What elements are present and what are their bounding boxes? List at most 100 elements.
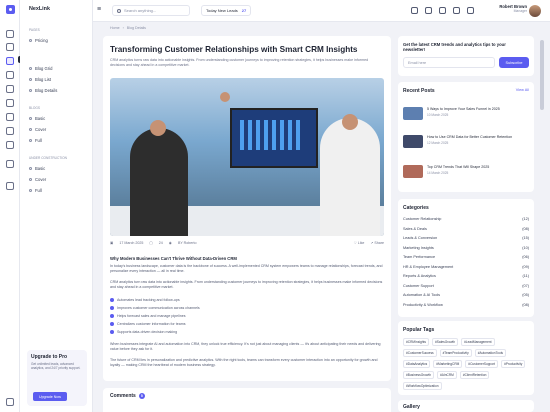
like-button[interactable]: ♡ Like: [354, 241, 365, 245]
sidebar-item-cover[interactable]: Cover: [29, 177, 46, 182]
subscribe-button[interactable]: Subscribe: [499, 57, 529, 68]
recent-post[interactable]: Top CRM Trends That Will Shape 2025 14 Ma…: [403, 165, 529, 178]
menu-icon[interactable]: ≡: [97, 6, 101, 13]
article-card: Transforming Customer Relationships with…: [103, 36, 391, 381]
category-item[interactable]: Team Performance (06): [403, 255, 529, 259]
bullet-icon: [29, 189, 32, 192]
category-item[interactable]: Reports & Analytics (11): [403, 274, 529, 278]
article-actions: ♡ Like ↗ Share: [354, 241, 384, 245]
apps-icon[interactable]: [6, 43, 14, 51]
upgrade-title: Upgrade to Pro: [31, 354, 68, 360]
breadcrumb-home[interactable]: Home: [110, 26, 120, 30]
search-icon: [117, 8, 121, 13]
category-item[interactable]: Sales & Deals (08): [403, 227, 529, 231]
upgrade-button[interactable]: Upgrade Now: [33, 392, 67, 401]
layers-icon[interactable]: [6, 71, 14, 79]
list-item: Helps forecast sales and manage pipeline…: [110, 314, 186, 318]
tag[interactable]: #DataAnalytics: [403, 360, 431, 368]
post-thumbnail: [403, 165, 423, 178]
categories-title: Categories: [403, 205, 429, 211]
tag[interactable]: #ClientRetention: [459, 371, 490, 379]
tag[interactable]: #LeadManagement: [461, 338, 495, 346]
post-thumbnail: [403, 107, 423, 120]
check-icon: [110, 314, 114, 318]
bullet-icon: [29, 78, 32, 81]
sidebar-section-title: Pages: [29, 28, 40, 32]
chart-icon[interactable]: [6, 85, 14, 93]
tag[interactable]: #BusinessGrowth: [403, 371, 434, 379]
sidebar-item-cover[interactable]: Cover: [29, 127, 46, 132]
avatar[interactable]: [529, 5, 541, 17]
view-all-link[interactable]: View All: [516, 88, 529, 92]
check-icon: [110, 330, 114, 334]
sidebar-item-pricing[interactable]: Pricing: [29, 38, 48, 43]
category-item[interactable]: Customer Relationship (12): [403, 217, 529, 221]
topbar: ≡ Search anything... Today New Leads 27 R…: [93, 0, 550, 22]
email-field[interactable]: Email here: [403, 57, 495, 68]
tag[interactable]: #WorkflowOptimization: [403, 382, 442, 390]
tag[interactable]: #AutomationTools: [474, 349, 507, 357]
file-icon[interactable]: [6, 141, 14, 149]
calendar-icon[interactable]: [6, 127, 14, 135]
sidebar-item-blog-list[interactable]: Blog List: [29, 77, 51, 82]
sidebar-item-full[interactable]: Full: [29, 188, 42, 193]
recent-post[interactable]: How to Use CRM Data for Better Customer …: [403, 135, 529, 148]
author-icon: ◉: [168, 241, 172, 245]
share-button[interactable]: ↗ Share: [370, 241, 384, 245]
tags-title: Popular Tags: [403, 327, 435, 333]
bell-icon[interactable]: [453, 7, 460, 14]
category-item[interactable]: Automation & AI Tools (05): [403, 293, 529, 297]
tag[interactable]: #MarketingCRM: [433, 360, 463, 368]
bullet-icon: [29, 139, 32, 142]
sidebar-item-blog-details[interactable]: Blog Details: [29, 88, 57, 93]
dashboard-icon[interactable]: [6, 30, 14, 38]
moon-icon[interactable]: [411, 7, 418, 14]
category-item[interactable]: Leads & Conversion (15): [403, 236, 529, 240]
category-item[interactable]: Marketing Insights (10): [403, 246, 529, 250]
tag[interactable]: #SalesGrowth: [432, 338, 459, 346]
grid-icon[interactable]: [425, 7, 432, 14]
tag[interactable]: #TeamProductivity: [439, 349, 472, 357]
sidebar-item-blog-grid[interactable]: Blog Grid: [29, 66, 52, 71]
bullet-icon: [29, 128, 32, 131]
recent-post[interactable]: 5 Ways to Improve Your Sales Funnel in 2…: [403, 107, 529, 120]
sidebar-item-basic[interactable]: Basic: [29, 166, 45, 171]
app-logo[interactable]: [6, 5, 15, 14]
hero-image: [110, 78, 384, 236]
icon-rail: [0, 0, 20, 412]
box-icon[interactable]: [6, 160, 14, 168]
article-title: Transforming Customer Relationships with…: [110, 45, 358, 54]
plus-icon[interactable]: [6, 182, 14, 190]
bullet-icon: [29, 178, 32, 181]
logout-icon[interactable]: [6, 398, 14, 406]
tag[interactable]: #Productivity: [501, 360, 526, 368]
category-item[interactable]: HR & Employee Management (09): [403, 265, 529, 269]
tag[interactable]: #CustomerSuccess: [403, 349, 437, 357]
today-leads[interactable]: Today New Leads 27: [201, 5, 252, 16]
mail-icon[interactable]: [439, 7, 446, 14]
sidebar-item-full[interactable]: Full: [29, 138, 42, 143]
breadcrumb: Home › Blog Details: [110, 26, 146, 30]
tag[interactable]: #CRMInsights: [403, 338, 430, 346]
category-item[interactable]: Productivity & Workflow (08): [403, 303, 529, 307]
sidebar-item-basic[interactable]: Basic: [29, 116, 45, 121]
article-paragraph: When businesses integrate AI and automat…: [110, 342, 381, 351]
comment-icon: ▢: [149, 241, 153, 245]
breadcrumb-current: Blog Details: [126, 26, 146, 30]
check-icon: [110, 306, 114, 310]
tag[interactable]: #CustomerSupport: [465, 360, 499, 368]
user-icon[interactable]: [6, 99, 14, 107]
upgrade-desc: Get unlimited leads, advanced analytics,…: [31, 362, 81, 370]
user-info[interactable]: Robert Brown Manager: [493, 4, 527, 13]
fullscreen-icon[interactable]: [467, 7, 474, 14]
article-paragraph: In today's business landscape, customer …: [110, 264, 383, 273]
pages-icon[interactable]: [6, 57, 14, 65]
search-input[interactable]: Search anything...: [112, 5, 190, 16]
settings-icon[interactable]: [6, 113, 14, 121]
article-paragraph: The future of CRM lies in personalizatio…: [110, 358, 378, 367]
scrollbar-thumb[interactable]: [540, 40, 544, 110]
recent-posts-card: Recent Posts View All 5 Ways to Improve …: [398, 82, 534, 192]
category-item[interactable]: Customer Support (07): [403, 284, 529, 288]
comments-title: Comments: [110, 393, 136, 399]
tag[interactable]: #AInCRM: [436, 371, 457, 379]
